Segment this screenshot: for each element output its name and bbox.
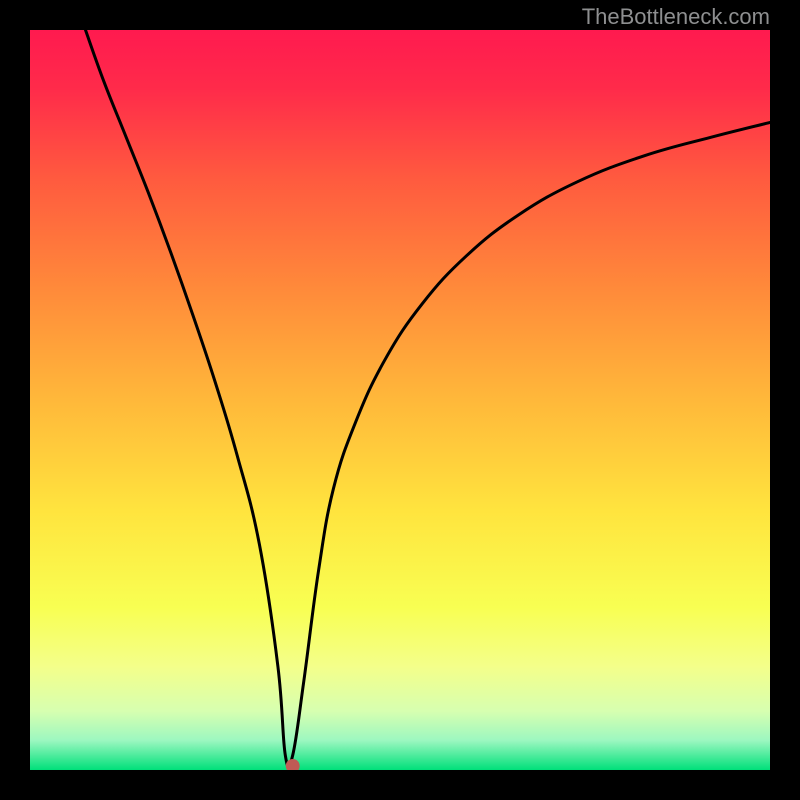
chart-frame: TheBottleneck.com (0, 0, 800, 800)
minimum-marker (286, 759, 300, 770)
watermark-text: TheBottleneck.com (582, 4, 770, 30)
curve-layer (30, 30, 770, 770)
bottleneck-curve (86, 30, 771, 767)
plot-area (30, 30, 770, 770)
